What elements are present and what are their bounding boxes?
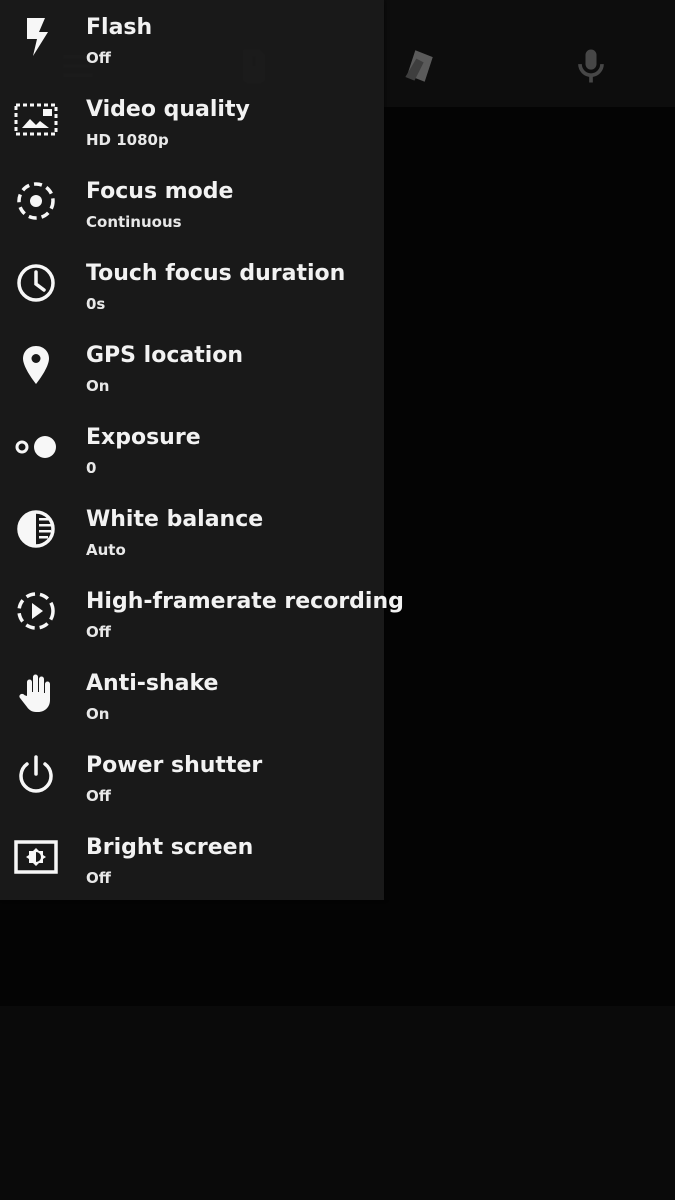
power-icon [13,752,59,798]
setting-title: Power shutter [86,753,263,778]
setting-value: On [86,705,110,723]
setting-value: Continuous [86,213,182,231]
setting-value: On [86,377,110,395]
setting-title: Focus mode [86,179,234,204]
setting-title: Bright screen [86,835,254,860]
setting-anti-shake[interactable]: Anti-shake On [0,656,384,738]
setting-touch-focus-duration[interactable]: Touch focus duration 0s [0,246,384,328]
setting-flash[interactable]: Flash Off [0,0,384,82]
setting-value: Auto [86,541,126,559]
setting-white-balance[interactable]: White balance Auto [0,492,384,574]
setting-value: 0 [86,459,97,477]
video-quality-icon [13,96,59,142]
setting-title: Touch focus duration [86,261,346,286]
setting-title: Exposure [86,425,201,450]
microphone-icon[interactable] [569,44,613,88]
setting-value: Off [86,623,111,641]
setting-high-framerate-recording[interactable]: High-framerate recording Off [0,574,404,656]
setting-title: High-framerate recording [86,589,404,614]
settings-panel: Flash Off Video quality HD 1080p Focus m… [0,0,404,902]
setting-title: Anti-shake [86,671,219,696]
setting-value: Off [86,869,111,887]
flash-icon [13,14,59,60]
setting-title: White balance [86,507,264,532]
clock-icon [13,260,59,306]
setting-focus-mode[interactable]: Focus mode Continuous [0,164,384,246]
setting-gps-location[interactable]: GPS location On [0,328,384,410]
hand-icon [13,670,59,716]
setting-value: Off [86,787,111,805]
setting-video-quality[interactable]: Video quality HD 1080p [0,82,384,164]
camera-screen: Flash Off Video quality HD 1080p Focus m… [0,0,675,1200]
setting-value: Off [86,49,111,67]
bright-screen-icon [13,834,59,880]
high-framerate-icon [13,588,59,634]
setting-power-shutter[interactable]: Power shutter Off [0,738,384,820]
setting-title: Flash [86,15,153,40]
scene-cards-icon[interactable] [398,44,442,88]
setting-title: Video quality [86,97,250,122]
setting-exposure[interactable]: Exposure 0 [0,410,384,492]
white-balance-icon [13,506,59,552]
setting-value: HD 1080p [86,131,169,149]
setting-bright-screen[interactable]: Bright screen Off [0,820,384,902]
exposure-icon [13,424,59,470]
location-pin-icon [13,342,59,388]
camera-bottom-bar [0,1006,675,1200]
setting-title: GPS location [86,343,244,368]
focus-mode-icon [13,178,59,224]
setting-value: 0s [86,295,106,313]
